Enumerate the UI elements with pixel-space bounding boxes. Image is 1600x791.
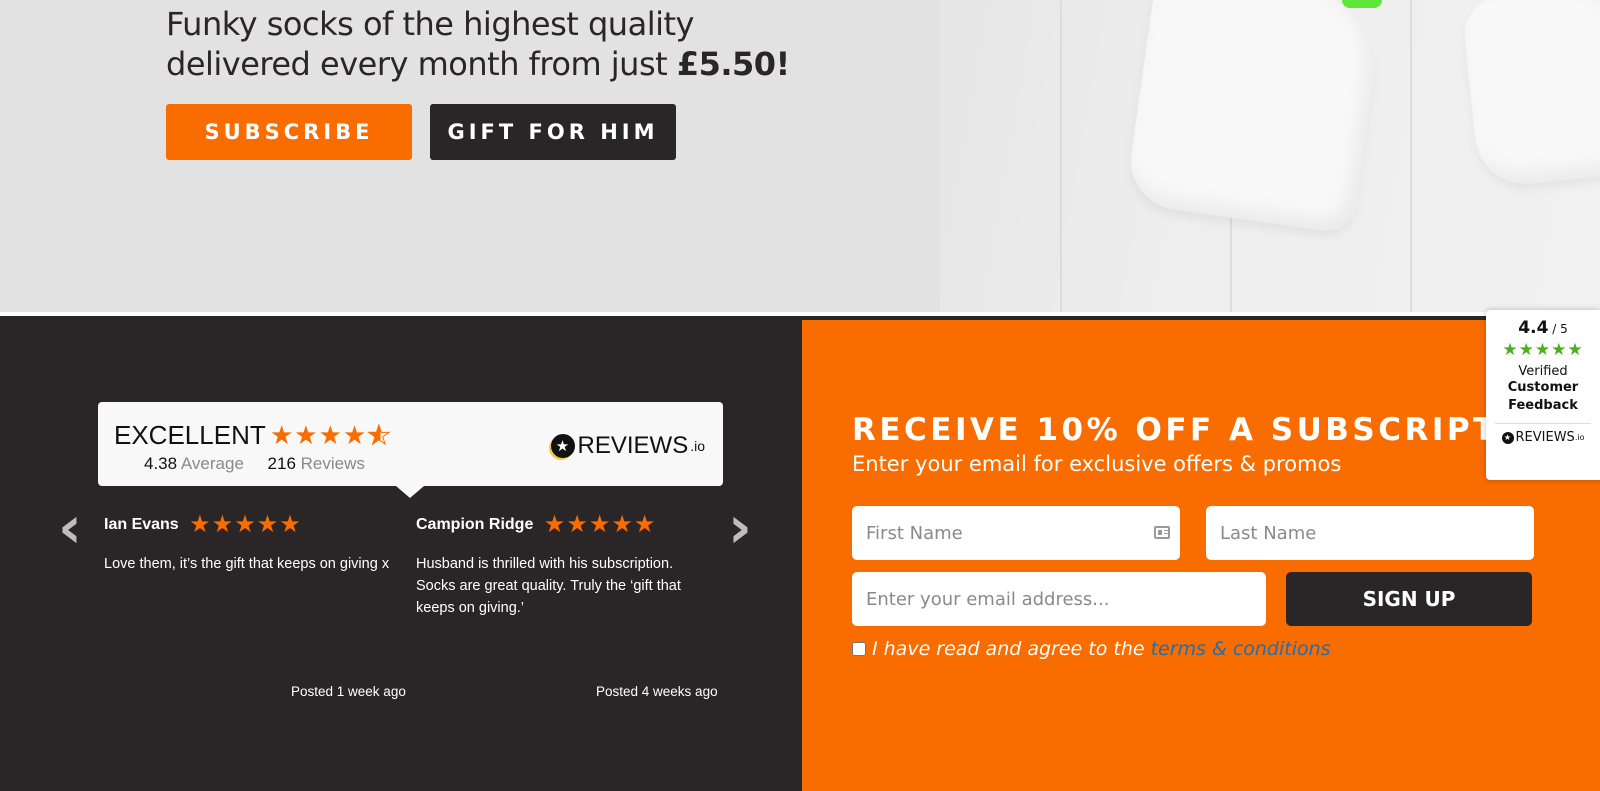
badge-reviews-io-logo: ★ REVIEWS .io — [1486, 430, 1600, 445]
badge-customer: Customer — [1507, 380, 1579, 395]
chevron-right-icon[interactable]: › — [728, 498, 752, 556]
star-badge-icon: ★ — [550, 434, 575, 458]
review-item: Ian Evans ★★★★★ Love them, it’s the gift… — [104, 510, 404, 575]
hero-line-2-text: delivered every month from just — [166, 45, 677, 83]
review-item: Campion Ridge ★★★★★ Husband is thrilled … — [416, 510, 716, 619]
logo-text: REVIEWS — [577, 432, 689, 459]
floor-plank — [1060, 0, 1062, 312]
badge-score-max: / 5 — [1548, 322, 1568, 336]
badge-divider — [1495, 423, 1591, 424]
sign-up-button[interactable]: SIGN UP — [1286, 572, 1532, 626]
hero-line-1: Funky socks of the highest quality — [166, 5, 694, 43]
terms-checkbox[interactable] — [852, 642, 866, 656]
badge-score-value: 4.4 — [1518, 318, 1549, 338]
average-label: Average — [180, 454, 244, 473]
reviewer-name: Ian Evans — [104, 515, 179, 533]
review-posted-date: Posted 4 weeks ago — [596, 684, 718, 699]
signup-section: RECEIVE 10% OFF A SUBSCRIPTION Enter you… — [802, 320, 1600, 791]
star-badge-icon: ★ — [1501, 431, 1514, 444]
hero-headline: Funky socks of the highest quality deliv… — [166, 4, 790, 84]
email-field[interactable] — [852, 572, 1266, 626]
hero-price: £5.50! — [676, 45, 790, 83]
first-name-field[interactable] — [852, 506, 1180, 560]
terms-text: I have read and agree to the — [872, 638, 1145, 660]
floor-plank — [1410, 0, 1412, 312]
badge-stars-icon: ★★★★★ — [1502, 340, 1584, 360]
star-icons: ★★★★ — [270, 420, 368, 450]
average-value: 4.38 — [144, 454, 178, 473]
reviews-badge[interactable]: 4.4 / 5 ★★★★★ Verified Customer Feedback… — [1486, 310, 1600, 480]
terms-row: I have read and agree to the terms & con… — [852, 638, 1331, 660]
review-stars-icon: ★★★★★ — [543, 511, 657, 538]
average-row: 4.38 Average 216 Reviews — [144, 454, 365, 474]
badge-logo-text: REVIEWS — [1515, 430, 1575, 445]
review-posted-date: Posted 1 week ago — [291, 684, 406, 699]
summary-stars: ★★★★★ — [270, 420, 392, 451]
review-count-label: Reviews — [300, 454, 365, 473]
hero-banner: Funky socks of the highest quality deliv… — [0, 0, 1600, 316]
badge-feedback: Feedback — [1508, 398, 1578, 413]
badge-logo-suffix: .io — [1574, 433, 1585, 442]
reviews-section: EXCELLENT ★★★★★ 4.38 Average 216 Reviews… — [0, 320, 802, 791]
badge-verified: Verified — [1518, 364, 1568, 379]
review-count: 216 — [267, 454, 296, 473]
half-star-icon: ★ — [367, 420, 392, 451]
reviews-io-logo[interactable]: ★ REVIEWS .io — [550, 432, 705, 460]
green-sock-accent — [1342, 0, 1382, 8]
terms-link[interactable]: terms & conditions — [1151, 638, 1331, 660]
signup-title: RECEIVE 10% OFF A SUBSCRIPTION — [852, 412, 1573, 448]
reviews-summary-card[interactable]: EXCELLENT ★★★★★ 4.38 Average 216 Reviews… — [98, 402, 723, 498]
signup-subtitle: Enter your email for exclusive offers & … — [852, 452, 1342, 476]
review-stars-icon: ★★★★★ — [189, 511, 302, 538]
subscribe-button[interactable]: SUBSCRIBE — [166, 104, 412, 160]
chevron-left-icon[interactable]: ‹ — [58, 498, 82, 556]
badge-score: 4.4 / 5 — [1486, 318, 1600, 338]
contact-card-icon — [1154, 526, 1170, 539]
review-text: Love them, it’s the gift that keeps on g… — [104, 556, 390, 572]
hero-image — [940, 0, 1600, 312]
hero-line-2: delivered every month from just £5.50! — [166, 44, 790, 84]
rating-word: EXCELLENT — [114, 420, 266, 450]
reviewer-name: Campion Ridge — [416, 515, 534, 533]
review-text: Husband is thrilled with his subscriptio… — [416, 556, 681, 616]
logo-suffix: .io — [690, 438, 705, 454]
sneaker-image — [1124, 0, 1386, 235]
sneaker-image-right — [1460, 0, 1600, 189]
gift-for-him-button[interactable]: GIFT FOR HIM — [430, 104, 676, 160]
last-name-field[interactable] — [1206, 506, 1534, 560]
